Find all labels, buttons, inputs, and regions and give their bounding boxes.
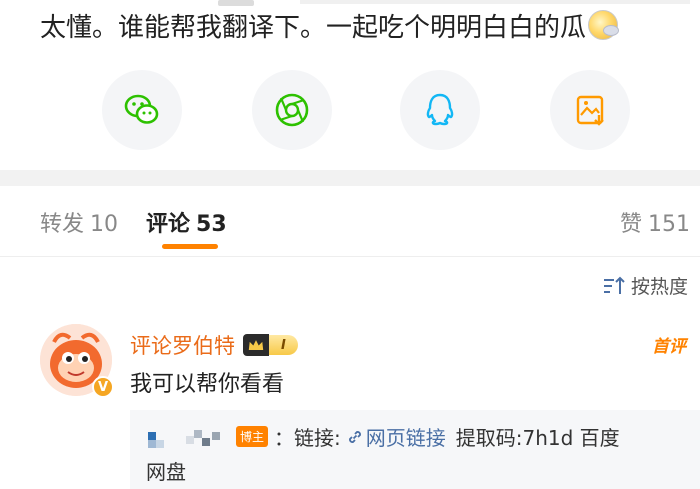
share-moments-button[interactable] [252,70,332,150]
wechat-icon [124,94,159,124]
sort-by-hot-button[interactable]: 按热度 [603,272,688,299]
tab-comments-label: 评论 [146,212,191,237]
comment-text: 我可以帮你看看 [130,372,285,397]
tab-likes-label: 赞 [619,212,642,237]
share-row [0,70,700,154]
share-qq-button[interactable] [400,70,480,150]
rank-badge: I [243,334,298,356]
link-icon [348,430,361,443]
sort-label: 按热度 [630,276,688,298]
reply-code-text: 提取码:7h1d 百度 [455,426,620,450]
reply-box[interactable]: 博主 ：链接: 网页链接 提取码:7h1d 百度 网盘 [130,410,700,489]
moments-icon [275,93,309,127]
reply-line: 博主 ：链接: 网页链接 提取码:7h1d 百度 [146,422,620,451]
comment-username-row: 评论罗伯特 I [130,330,298,360]
tab-comments[interactable]: 评论 53 [146,206,227,238]
rank-level: I [269,335,298,355]
melon-emoji-icon [588,10,620,40]
share-wechat-button[interactable] [102,70,182,150]
post-text: 太懂。谁能帮我翻译下。一起吃个明明白白的瓜 [40,13,587,43]
tab-comments-count: 53 [196,212,227,237]
tabs-divider [0,256,700,257]
verified-badge-icon: V [92,376,114,398]
save-image-icon [576,95,604,126]
tab-bar: 转发 10 评论 53 赞 151 [0,186,700,252]
reply-sep: ：链接: [274,426,341,450]
top-blurred-strip [0,0,700,6]
active-tab-indicator [162,244,218,249]
pixelated-username [146,426,180,448]
tab-repost[interactable]: 转发 10 [40,206,118,238]
comment-username[interactable]: 评论罗伯特 [130,330,235,360]
blogger-badge: 博主 [236,426,269,447]
web-link-text: 网页链接 [365,426,446,450]
blurred-text [218,0,254,6]
first-comment-tag: 首评 [652,337,686,357]
save-image-button[interactable] [550,70,630,150]
qq-icon [426,93,454,126]
pixelated-username [186,426,226,448]
sort-icon [603,276,625,294]
section-divider [0,170,700,186]
post-text-line: 太懂。谁能帮我翻译下。一起吃个明明白白的瓜 [40,8,620,48]
web-link[interactable]: 网页链接 [347,422,446,451]
tab-likes[interactable]: 赞 151 [620,206,690,238]
crown-icon [243,334,269,356]
blurred-text [300,0,690,4]
user-avatar[interactable]: V [40,324,114,398]
tab-repost-count: 10 [90,212,119,237]
reply-code-text-cont: 网盘 [146,460,186,484]
tab-repost-label: 转发 [40,212,85,237]
tab-likes-count: 151 [648,212,690,237]
